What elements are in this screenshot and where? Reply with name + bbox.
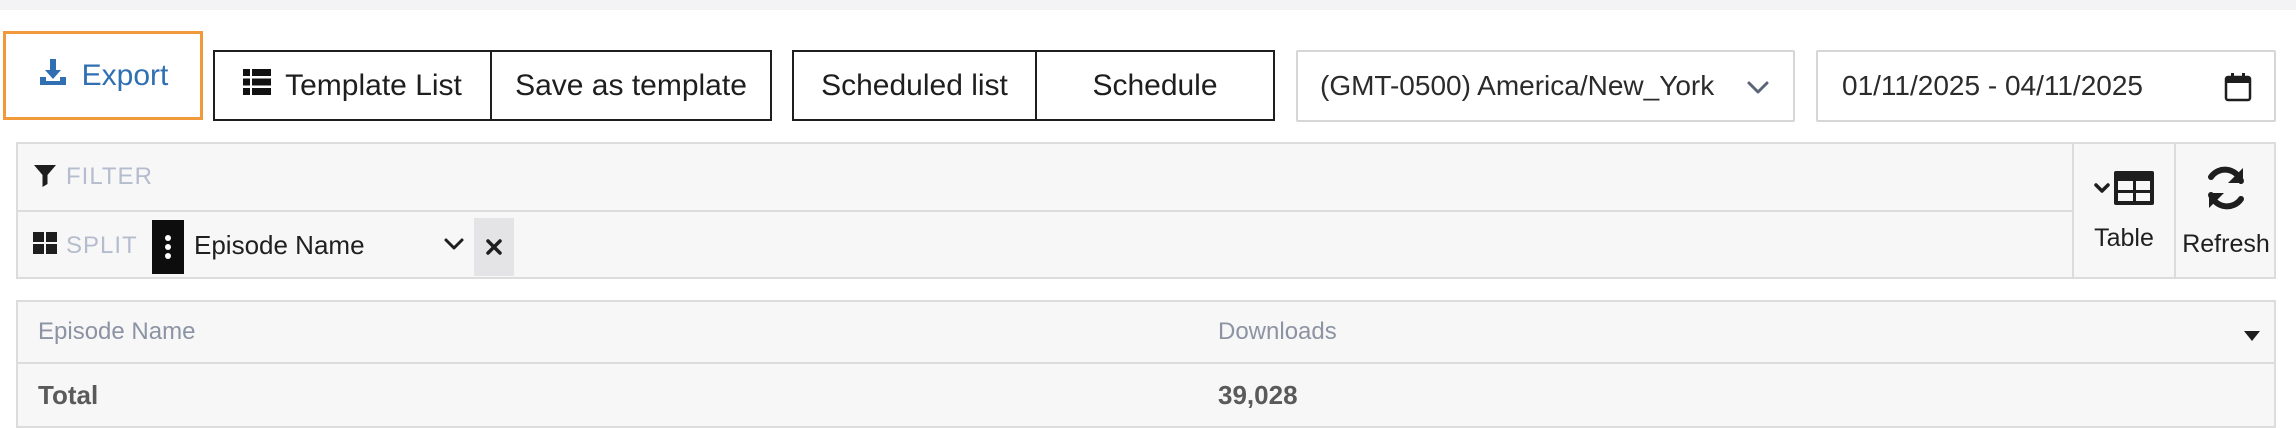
calendar-icon[interactable]: [2224, 72, 2252, 102]
filter-row[interactable]: FILTER: [18, 144, 2072, 212]
list-icon: [243, 68, 272, 103]
drag-handle-icon[interactable]: [152, 220, 184, 274]
date-range-value: 01/11/2025 - 04/11/2025: [1842, 70, 2143, 101]
column-header-episode-name[interactable]: Episode Name: [38, 302, 195, 362]
top-strip: [0, 0, 2296, 10]
cell-downloads: 39,028: [1218, 379, 1298, 410]
refresh-icon: [2201, 163, 2251, 220]
schedule-label: Schedule: [1092, 68, 1218, 102]
chevron-down-icon[interactable]: [442, 232, 466, 256]
export-button[interactable]: Export: [3, 31, 203, 120]
timezone-select[interactable]: (GMT-0500) America/New_York: [1296, 50, 1795, 122]
grid-icon: [32, 230, 58, 261]
table-row: Total 39,028: [18, 364, 2274, 428]
cell-episode-name: Total: [38, 379, 99, 410]
table-view-label: Table: [2094, 223, 2154, 252]
filter-icon: [32, 162, 58, 193]
template-list-label: Template List: [285, 68, 462, 102]
save-as-template-button[interactable]: Save as template: [490, 50, 772, 121]
timezone-value: (GMT-0500) America/New_York: [1320, 70, 1715, 101]
split-label: SPLIT: [66, 231, 138, 259]
caret-down-icon[interactable]: [2244, 328, 2260, 346]
export-label: Export: [81, 58, 169, 92]
refresh-label: Refresh: [2182, 229, 2270, 258]
save-as-template-label: Save as template: [515, 68, 747, 102]
refresh-button[interactable]: Refresh: [2174, 144, 2276, 277]
download-icon: [38, 57, 68, 95]
date-range-field[interactable]: 01/11/2025 - 04/11/2025: [1816, 50, 2276, 122]
filter-label: FILTER: [66, 163, 153, 190]
table-view-button[interactable]: Table: [2072, 144, 2174, 277]
scheduled-list-label: Scheduled list: [821, 68, 1008, 102]
filter-split-panel: FILTER SPLIT Episode Name Table Refresh: [16, 142, 2276, 279]
schedule-button[interactable]: Schedule: [1035, 50, 1275, 121]
chevron-down-icon: [1745, 74, 1771, 100]
split-chip-label[interactable]: Episode Name: [194, 212, 365, 279]
split-row: SPLIT Episode Name: [18, 212, 2072, 279]
column-header-downloads[interactable]: Downloads: [1218, 302, 1337, 362]
scheduled-list-button[interactable]: Scheduled list: [792, 50, 1037, 121]
close-icon[interactable]: [474, 218, 514, 276]
template-list-button[interactable]: Template List: [213, 50, 492, 121]
table-icon: [2092, 169, 2156, 214]
table-header: Episode Name Downloads: [18, 302, 2274, 364]
data-table: Episode Name Downloads Total 39,028: [16, 300, 2276, 428]
